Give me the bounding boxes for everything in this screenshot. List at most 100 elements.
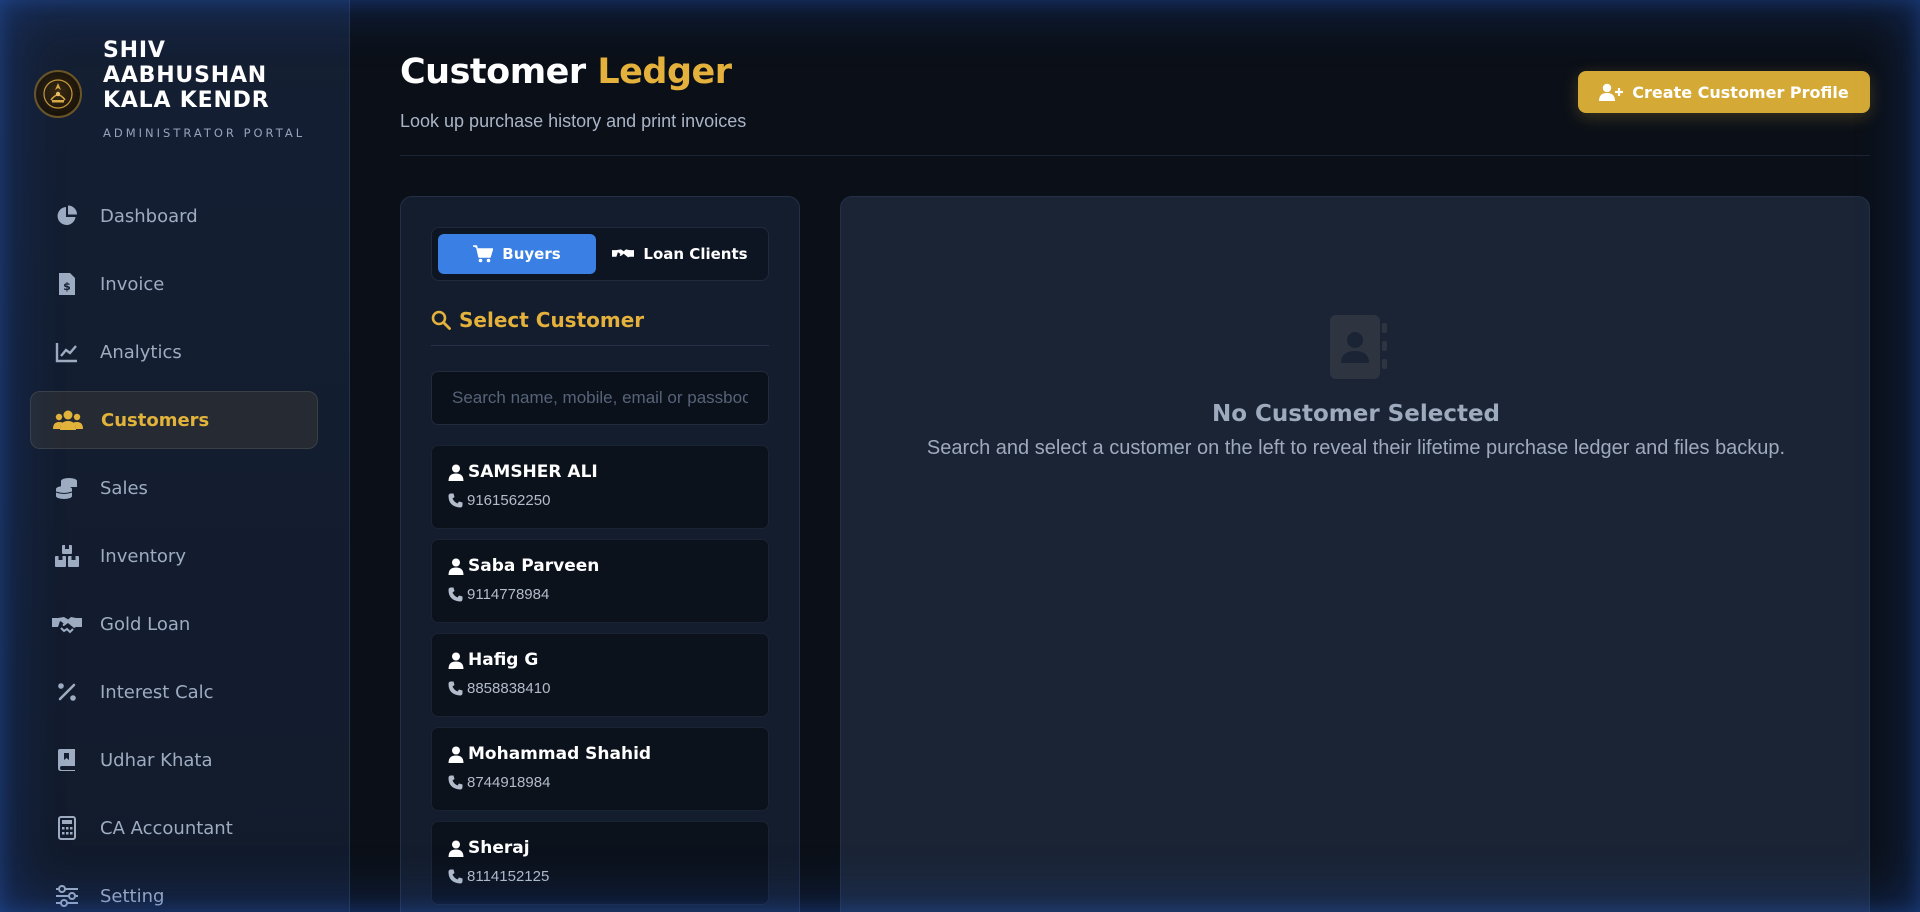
ledger-panel: No Customer Selected Search and select a…: [840, 196, 1870, 912]
customer-selector-panel: Buyers Loan Clients Select Customer SAMS…: [400, 196, 800, 912]
sidebar-item-label: CA Accountant: [100, 817, 233, 839]
customer-card[interactable]: Hafig G 8858838410: [431, 633, 769, 717]
create-button-label: Create Customer Profile: [1632, 82, 1849, 102]
sidebar-item-interest-calc[interactable]: Interest Calc: [30, 663, 318, 721]
sidebar-item-invoice[interactable]: $ Invoice: [30, 255, 318, 313]
customer-phone-row: 9114778984: [448, 586, 549, 603]
customer-name-row: SAMSHER ALI: [448, 462, 598, 482]
sidebar-item-label: Gold Loan: [100, 613, 191, 635]
sidebar-item-gold-loan[interactable]: Gold Loan: [30, 595, 318, 653]
sliders-icon: [52, 884, 82, 908]
customer-card[interactable]: SAMSHER ALI 9161562250: [431, 445, 769, 529]
customer-phone-row: 8744918984: [448, 774, 550, 791]
phone-icon: [448, 775, 463, 790]
empty-state-description: Search and select a customer on the left…: [926, 437, 1786, 459]
book-icon: [52, 748, 82, 772]
coins-icon: [52, 476, 82, 500]
customer-phone: 8858838410: [467, 680, 551, 697]
tab-buyers[interactable]: Buyers: [438, 234, 596, 274]
sidebar-item-label: Invoice: [100, 273, 165, 295]
empty-state-title: No Customer Selected: [1211, 401, 1501, 427]
cart-icon: [473, 245, 494, 263]
page-title-main: Customer: [400, 52, 586, 92]
customer-type-toggle: Buyers Loan Clients: [431, 227, 769, 281]
page-title-accent: Ledger: [597, 52, 732, 92]
tab-loan-clients[interactable]: Loan Clients: [598, 234, 762, 274]
customer-name: Mohammad Shahid: [468, 744, 652, 764]
customer-name: Hafig G: [468, 650, 539, 670]
customer-search-input[interactable]: [431, 371, 769, 425]
customer-phone: 8114152125: [467, 868, 550, 885]
page-subtitle: Look up purchase history and print invoi…: [400, 111, 747, 131]
sidebar-item-customers[interactable]: Customers: [30, 391, 318, 449]
select-customer-heading: Select Customer: [431, 308, 644, 332]
customer-name-row: Saba Parveen: [448, 556, 599, 576]
user-icon: [448, 652, 464, 669]
sidebar-item-label: Inventory: [100, 545, 186, 567]
handshake-icon: [612, 247, 635, 262]
customer-phone: 8744918984: [467, 774, 551, 791]
sidebar-nav: Dashboard $ Invoice Analytics Customers …: [30, 187, 318, 912]
user-icon: [448, 840, 464, 857]
svg-text:$: $: [63, 280, 71, 293]
user-icon: [448, 464, 464, 481]
customer-card[interactable]: Sheraj 8114152125: [431, 821, 769, 905]
users-icon: [53, 408, 83, 432]
sidebar-item-ca-accountant[interactable]: CA Accountant: [30, 799, 318, 857]
customer-phone-row: 9161562250: [448, 492, 550, 509]
sidebar-item-label: Udhar Khata: [100, 749, 213, 771]
sidebar: SHIV AABHUSHAN KALA KENDR ADMINISTRATOR …: [0, 0, 350, 912]
phone-icon: [448, 681, 463, 696]
sidebar-item-label: Dashboard: [100, 205, 198, 227]
line-chart-icon: [52, 340, 82, 364]
sidebar-item-sales[interactable]: Sales: [30, 459, 318, 517]
user-icon: [448, 746, 464, 763]
page-title: Customer Ledger: [400, 52, 732, 92]
sidebar-item-analytics[interactable]: Analytics: [30, 323, 318, 381]
heading-divider: [431, 345, 769, 346]
search-icon: [431, 310, 451, 330]
select-customer-label: Select Customer: [459, 308, 645, 332]
address-book-icon: [1328, 315, 1388, 384]
user-icon: [448, 558, 464, 575]
phone-icon: [448, 869, 463, 884]
sidebar-item-label: Customers: [101, 409, 210, 431]
brand-name: SHIV AABHUSHAN KALA KENDR: [103, 38, 270, 113]
customer-card[interactable]: Mohammad Shahid 8744918984: [431, 727, 769, 811]
user-plus-icon: [1599, 83, 1624, 101]
tab-buyers-label: Buyers: [502, 245, 561, 263]
customer-name: Saba Parveen: [468, 556, 600, 576]
tab-loan-clients-label: Loan Clients: [643, 245, 748, 263]
percent-icon: [52, 680, 82, 704]
sidebar-item-label: Setting: [100, 885, 165, 907]
customer-phone: 9161562250: [467, 492, 551, 509]
sidebar-item-label: Interest Calc: [100, 681, 214, 703]
sidebar-item-inventory[interactable]: Inventory: [30, 527, 318, 585]
customer-card[interactable]: Saba Parveen 9114778984: [431, 539, 769, 623]
customer-list: SAMSHER ALI 9161562250 Saba Parveen 9114…: [431, 445, 769, 912]
invoice-icon: $: [52, 272, 82, 296]
sidebar-item-dashboard[interactable]: Dashboard: [30, 187, 318, 245]
create-customer-profile-button[interactable]: Create Customer Profile: [1578, 71, 1870, 113]
sidebar-item-label: Sales: [100, 477, 148, 499]
customer-phone: 9114778984: [467, 586, 550, 603]
customer-name-row: Sheraj: [448, 838, 530, 858]
customer-name: Sheraj: [468, 838, 530, 858]
customer-name-row: Mohammad Shahid: [448, 744, 651, 764]
customer-name: SAMSHER ALI: [468, 462, 598, 482]
customer-name-row: Hafig G: [448, 650, 538, 670]
sidebar-item-setting[interactable]: Setting: [30, 867, 318, 912]
main-content: Customer Ledger Look up purchase history…: [400, 0, 1870, 912]
brand: SHIV AABHUSHAN KALA KENDR ADMINISTRATOR …: [34, 38, 334, 148]
calculator-icon: [52, 816, 82, 840]
pie-chart-icon: [52, 204, 82, 228]
sidebar-item-udhar-khata[interactable]: Udhar Khata: [30, 731, 318, 789]
brand-subtitle: ADMINISTRATOR PORTAL: [103, 126, 306, 140]
brand-logo: [34, 70, 82, 118]
customer-phone-row: 8114152125: [448, 868, 549, 885]
customer-phone-row: 8858838410: [448, 680, 550, 697]
sidebar-item-label: Analytics: [100, 341, 182, 363]
phone-icon: [448, 587, 463, 602]
handshake-icon: [52, 612, 82, 636]
phone-icon: [448, 493, 463, 508]
